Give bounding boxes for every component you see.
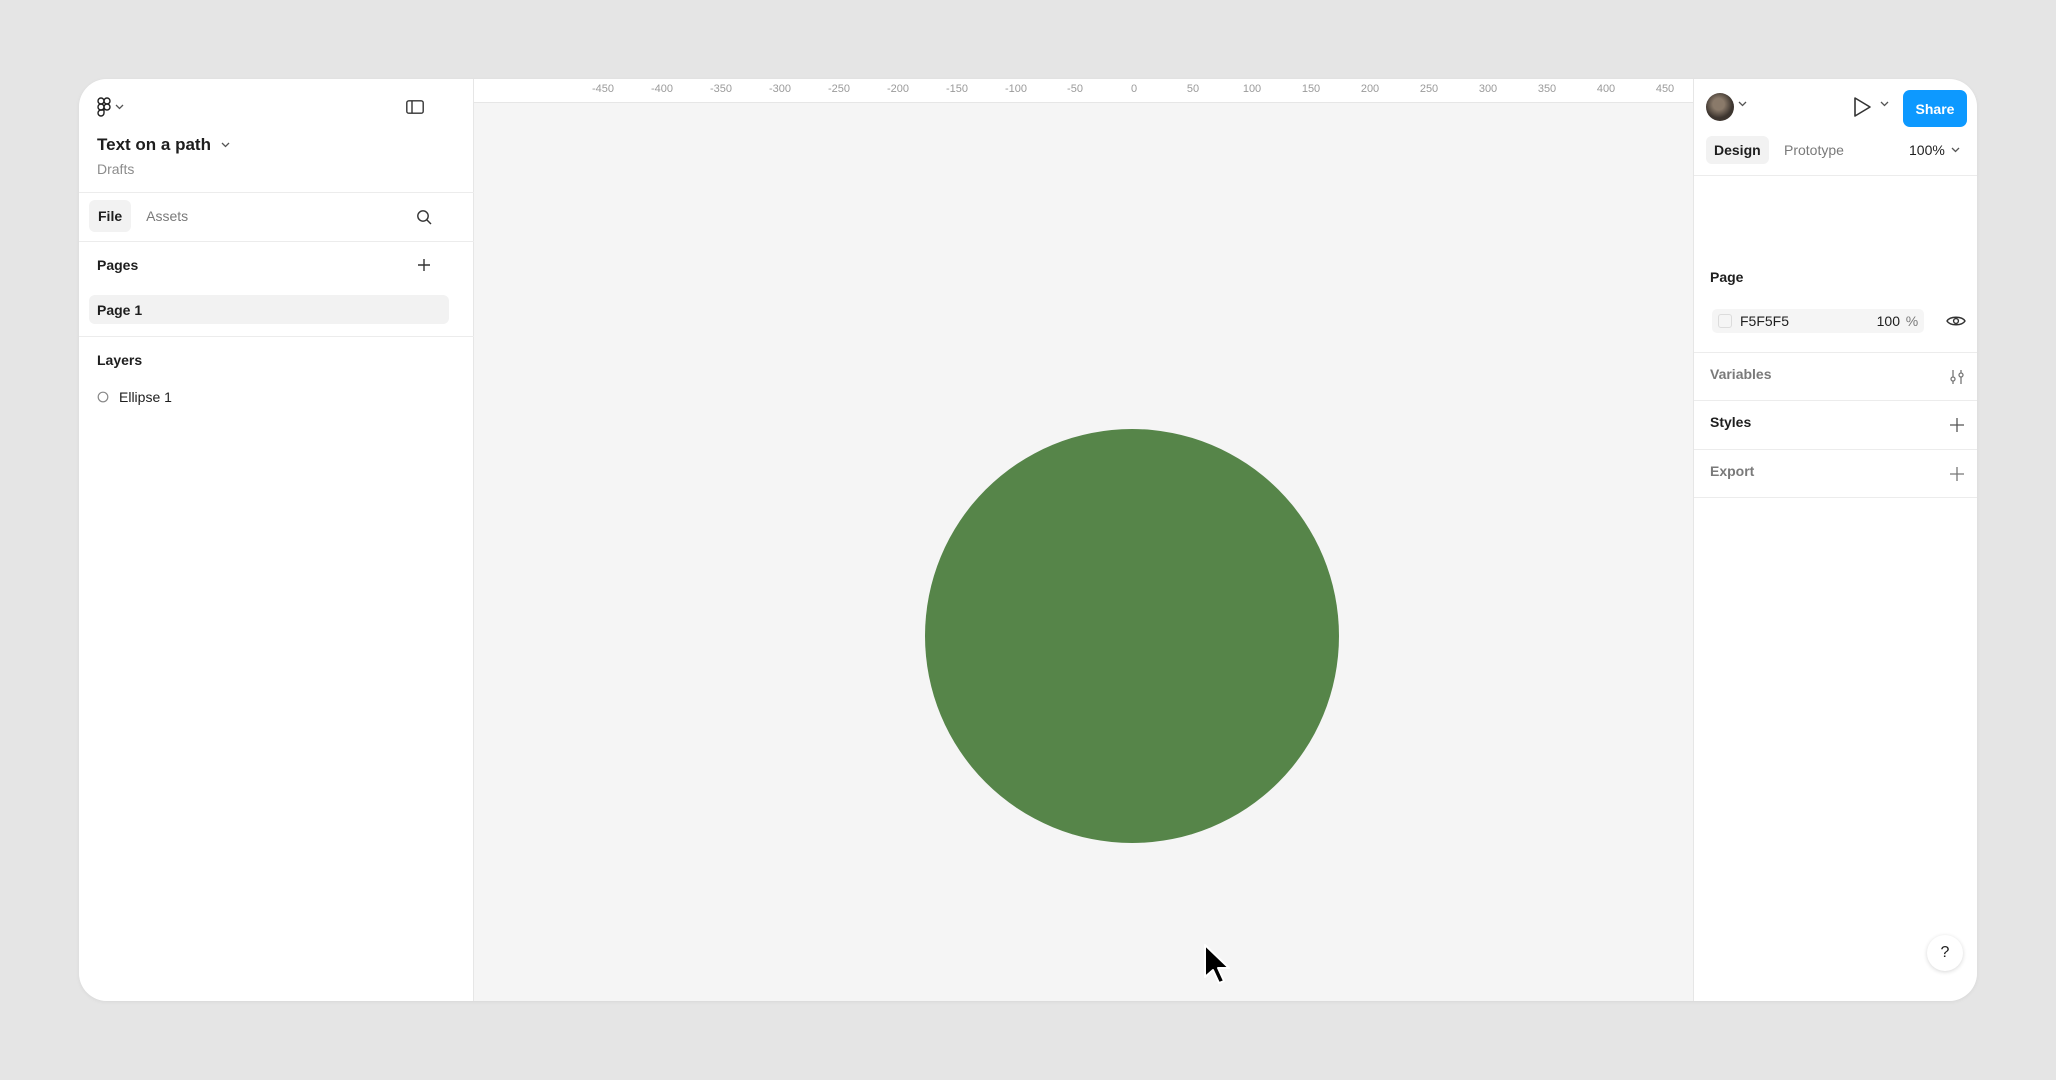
- file-title-row[interactable]: Text on a path: [97, 135, 230, 155]
- ruler-tick-label: 350: [1537, 83, 1557, 95]
- figma-window: -450 -400 -350 -300 -250 -200 -150 -100 -50 0 50 10…: [79, 79, 1977, 1001]
- ruler-tick-label: -450: [591, 83, 615, 95]
- ruler-tick-label: 250: [1419, 83, 1439, 95]
- chevron-down-icon[interactable]: [1738, 101, 1747, 107]
- ruler-tick-label: -300: [768, 83, 792, 95]
- add-page-button[interactable]: [412, 253, 436, 277]
- export-label[interactable]: Export: [1710, 463, 1754, 479]
- pages-header: Pages: [97, 257, 139, 273]
- ruler-tick-label: 300: [1478, 83, 1498, 95]
- ruler-tick-label: -250: [827, 83, 851, 95]
- divider: [1694, 449, 1977, 450]
- page-fill-hex[interactable]: F5F5F5: [1740, 313, 1866, 329]
- ruler-tick-label: 150: [1301, 83, 1321, 95]
- eye-icon: [1946, 316, 1966, 326]
- chevron-down-icon[interactable]: [1880, 101, 1889, 107]
- chevron-down-icon: [221, 142, 230, 148]
- divider: [1694, 497, 1977, 498]
- styles-label: Styles: [1710, 414, 1752, 430]
- divider: [79, 241, 474, 242]
- help-button[interactable]: ?: [1927, 935, 1963, 971]
- variables-label[interactable]: Variables: [1710, 366, 1772, 382]
- search-icon: [417, 210, 432, 225]
- play-icon: [1854, 97, 1871, 117]
- present-button[interactable]: [1848, 93, 1876, 121]
- chevron-down-icon: [115, 104, 124, 110]
- divider: [79, 336, 474, 337]
- left-panel: Text on a path Drafts File Assets Pages …: [79, 79, 474, 1001]
- layers-header: Layers: [97, 352, 143, 368]
- sidebar-icon: [406, 100, 424, 114]
- layer-item[interactable]: Ellipse 1: [97, 386, 172, 408]
- plus-icon: [418, 259, 430, 271]
- tab-file[interactable]: File: [89, 200, 132, 232]
- ruler-tick-label: -350: [709, 83, 733, 95]
- page-fill-row[interactable]: F5F5F5 100 %: [1712, 309, 1924, 333]
- ellipse-layer-icon: [97, 391, 109, 403]
- page-fill-opacity[interactable]: 100: [1866, 313, 1900, 329]
- main-menu-button[interactable]: [97, 93, 124, 121]
- sidebar-toggle-button[interactable]: [402, 95, 428, 119]
- user-avatar[interactable]: [1706, 93, 1734, 121]
- zoom-value: 100%: [1909, 142, 1945, 158]
- ruler-tick-label: -400: [650, 83, 674, 95]
- variables-settings-icon[interactable]: [1948, 368, 1966, 386]
- ruler-horizontal: -450 -400 -350 -300 -250 -200 -150 -100 -50 0 50 10…: [474, 79, 1772, 103]
- ruler-tick-label: 400: [1596, 83, 1616, 95]
- ruler-tick-label: -150: [945, 83, 969, 95]
- search-button[interactable]: [412, 205, 436, 229]
- share-button[interactable]: Share: [1903, 90, 1967, 127]
- page-color-swatch[interactable]: [1718, 314, 1732, 328]
- visibility-toggle[interactable]: [1946, 312, 1966, 330]
- ruler-tick-label: 450: [1655, 83, 1675, 95]
- chevron-down-icon: [1951, 147, 1960, 153]
- left-tabs: File Assets: [89, 200, 197, 232]
- ruler-tick-label: -200: [886, 83, 910, 95]
- ruler-tick-label: 0: [1130, 83, 1138, 95]
- figma-logo-icon: [97, 97, 111, 117]
- divider: [79, 192, 474, 193]
- layer-item-label: Ellipse 1: [119, 389, 172, 405]
- ruler-tick-label: -100: [1004, 83, 1028, 95]
- file-location[interactable]: Drafts: [97, 161, 134, 177]
- divider: [1694, 175, 1977, 176]
- divider: [1694, 352, 1977, 353]
- tab-prototype[interactable]: Prototype: [1776, 136, 1852, 164]
- page-fill-unit: %: [1905, 313, 1919, 329]
- ruler-tick-label: -50: [1067, 83, 1083, 95]
- ruler-tick-label: 50: [1186, 83, 1200, 95]
- page-section-header: Page: [1710, 269, 1744, 285]
- tab-design[interactable]: Design: [1706, 136, 1769, 164]
- tab-assets[interactable]: Assets: [137, 200, 197, 232]
- mouse-cursor-icon: [1204, 944, 1230, 984]
- file-title[interactable]: Text on a path: [97, 135, 211, 155]
- ruler-tick-label: 200: [1360, 83, 1380, 95]
- add-style-plus-icon[interactable]: [1948, 416, 1966, 434]
- ellipse-1-shape[interactable]: [925, 429, 1339, 843]
- divider: [1694, 400, 1977, 401]
- add-export-plus-icon[interactable]: [1948, 465, 1966, 483]
- right-panel: Share Design Prototype 100% Page F5F5F5 …: [1693, 79, 1977, 1001]
- ruler-tick-label: 100: [1242, 83, 1262, 95]
- page-item[interactable]: Page 1: [89, 295, 449, 324]
- zoom-dropdown[interactable]: 100%: [1909, 142, 1960, 158]
